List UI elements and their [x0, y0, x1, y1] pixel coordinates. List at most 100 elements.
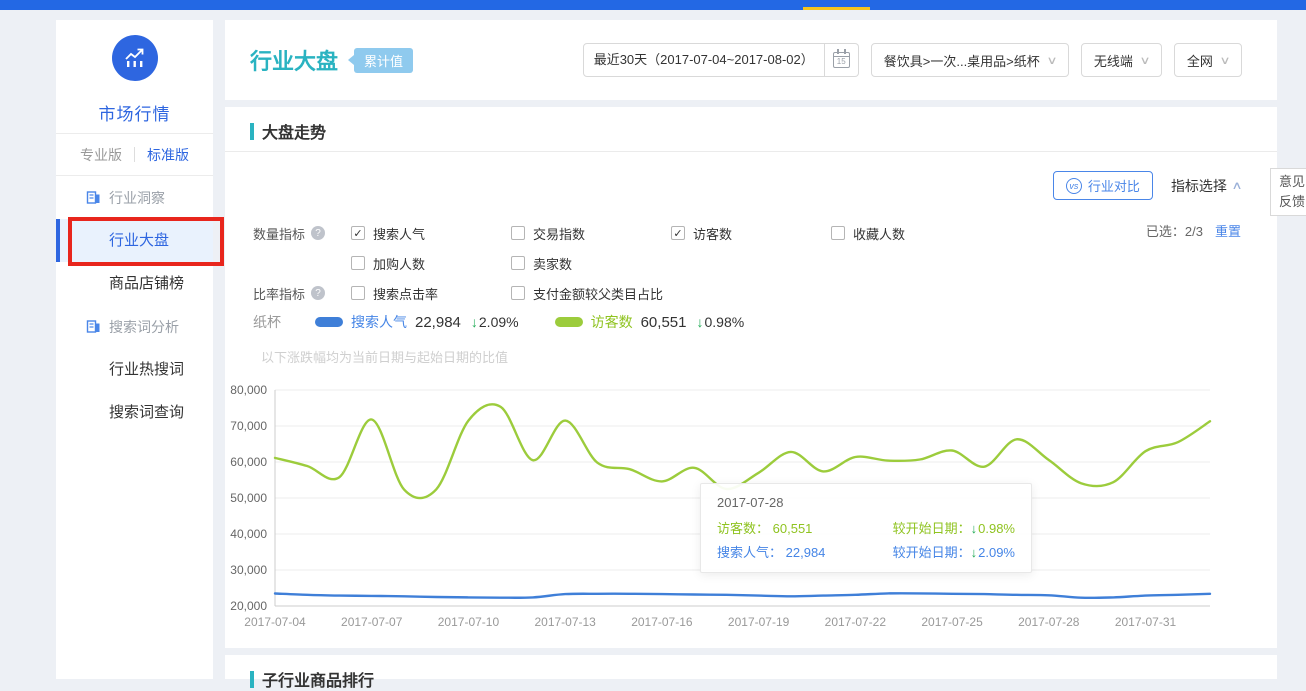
- feedback-tab[interactable]: 意见 反馈: [1270, 168, 1306, 216]
- sidebar-item-product-shop-rank[interactable]: 商品店铺榜: [56, 262, 213, 305]
- checkbox-checked-icon[interactable]: ✓: [671, 226, 685, 240]
- next-section: 子行业商品排行: [225, 655, 1277, 679]
- metric-checkbox[interactable]: 支付金额较父类目占比: [511, 278, 671, 308]
- category-icon: [86, 319, 101, 334]
- header-controls: 最近30天（2017-07-04~2017-08-02） 15 餐饮具>一次..…: [583, 43, 1242, 77]
- chevron-down-icon: ∨: [1139, 54, 1150, 67]
- metric-label: 交易指数: [533, 224, 585, 243]
- version-tabs: 专业版 标准版: [56, 133, 213, 176]
- y-axis-tick-label: 40,000: [230, 527, 267, 541]
- metric-label: 收藏人数: [853, 224, 905, 243]
- sidebar-group-industry-insight[interactable]: 行业洞察: [56, 176, 213, 219]
- industry-compare-button[interactable]: vs 行业对比: [1053, 171, 1153, 200]
- sidebar-item-industry-overview[interactable]: 行业大盘: [56, 219, 213, 262]
- metric-checkbox[interactable]: 加购人数: [351, 248, 511, 278]
- metric-checkbox[interactable]: ✓搜索人气: [351, 218, 511, 248]
- sidebar: 市场行情 专业版 标准版 行业洞察 行业大盘 商品店铺榜 搜索词分析: [56, 20, 213, 679]
- chevron-down-icon: ∨: [1046, 54, 1057, 67]
- feedback-label: 意见: [1279, 172, 1306, 192]
- checkbox-icon[interactable]: [511, 286, 525, 300]
- legend-swatch: [315, 317, 343, 327]
- legend-category: 纸杯: [253, 312, 281, 332]
- legend-series-name: 访客数: [591, 312, 633, 332]
- metric-checkbox[interactable]: 搜索点击率: [351, 278, 511, 308]
- x-axis-tick-label: 2017-07-07: [341, 615, 403, 629]
- down-arrow-icon: ↓: [971, 521, 978, 536]
- down-arrow-icon: ↓: [696, 314, 703, 330]
- down-arrow-icon: ↓: [471, 314, 478, 330]
- sidebar-group-label: 搜索词分析: [109, 317, 179, 337]
- compare-controls: vs 行业对比 指标选择 ∧: [1053, 171, 1241, 200]
- x-axis-tick-label: 2017-07-10: [438, 615, 500, 629]
- checkbox-checked-icon[interactable]: ✓: [351, 226, 365, 240]
- y-axis-tick-label: 50,000: [230, 491, 267, 505]
- legend-series-change: ↓2.09%: [471, 314, 519, 330]
- category-value: 餐饮具>一次...桌用品>纸杯: [884, 51, 1040, 70]
- question-icon[interactable]: ?: [311, 226, 325, 240]
- sidebar-nav: 行业洞察 行业大盘 商品店铺榜 搜索词分析 行业热搜词 搜索词查询: [56, 176, 213, 434]
- sidebar-item-search-word-query[interactable]: 搜索词查询: [56, 391, 213, 434]
- trend-section: 大盘走势 vs 行业对比 指标选择 ∧ 已选：2/3重置 数量指标?✓搜索人气交…: [225, 107, 1277, 648]
- metric-checkbox[interactable]: 收藏人数: [831, 218, 991, 248]
- checkbox-icon[interactable]: [351, 286, 365, 300]
- top-nav-bar: [0, 0, 1306, 10]
- tooltip-date: 2017-07-28: [717, 495, 1015, 510]
- metric-label: 卖家数: [533, 254, 572, 273]
- cumulative-badge: 累计值: [354, 48, 413, 73]
- metric-checkbox[interactable]: 卖家数: [511, 248, 671, 278]
- metric-group-label: 比率指标?: [253, 278, 351, 308]
- calendar-button[interactable]: 15: [825, 43, 859, 77]
- tab-divider: [134, 147, 135, 162]
- checkbox-icon[interactable]: [831, 226, 845, 240]
- metric-group-label: 数量指标?: [253, 218, 351, 248]
- selected-count: 已选：2/3: [1146, 224, 1203, 239]
- metric-checkbox[interactable]: 交易指数: [511, 218, 671, 248]
- checkbox-icon[interactable]: [511, 226, 525, 240]
- tooltip-row-search-popularity: 搜索人气： 22,984 较开始日期：↓2.09%: [717, 541, 1015, 565]
- legend-series-value: 22,984: [415, 314, 461, 331]
- divider: [225, 151, 1277, 152]
- active-tab-indicator: [803, 7, 870, 10]
- metric-label: 搜索点击率: [373, 284, 438, 303]
- tab-standard[interactable]: 标准版: [147, 145, 189, 165]
- metric-checkbox[interactable]: ✓访客数: [671, 218, 831, 248]
- legend-item-visitors[interactable]: 访客数 60,551 ↓0.98%: [555, 312, 745, 332]
- chevron-up-icon: ∧: [1231, 179, 1242, 192]
- chevron-down-icon: ∨: [1219, 54, 1230, 67]
- x-axis-tick-label: 2017-07-28: [1018, 615, 1080, 629]
- sidebar-item-hot-search-words[interactable]: 行业热搜词: [56, 348, 213, 391]
- category-dropdown[interactable]: 餐饮具>一次...桌用品>纸杯 ∨: [871, 43, 1069, 77]
- legend-item-search-popularity[interactable]: 搜索人气 22,984 ↓2.09%: [315, 312, 519, 332]
- tab-professional[interactable]: 专业版: [80, 145, 122, 165]
- vs-icon: vs: [1066, 178, 1082, 194]
- x-axis-tick-label: 2017-07-16: [631, 615, 693, 629]
- x-axis-tick-label: 2017-07-31: [1115, 615, 1177, 629]
- terminal-dropdown[interactable]: 无线端 ∨: [1081, 43, 1162, 77]
- question-icon[interactable]: ?: [311, 286, 325, 300]
- trend-logo-icon: [112, 35, 158, 81]
- x-axis-tick-label: 2017-07-04: [244, 615, 306, 629]
- x-axis-tick-label: 2017-07-25: [921, 615, 983, 629]
- page: { "topbar": { "color": "#2368e4", "accen…: [0, 0, 1306, 679]
- x-axis-tick-label: 2017-07-22: [825, 615, 887, 629]
- metric-select-label: 指标选择: [1171, 176, 1227, 196]
- scope-value: 全网: [1187, 51, 1213, 70]
- reset-button[interactable]: 重置: [1215, 224, 1241, 239]
- y-axis-tick-label: 80,000: [230, 383, 267, 397]
- app-title: 市场行情: [56, 100, 213, 125]
- checkbox-icon[interactable]: [351, 256, 365, 270]
- date-range-picker[interactable]: 最近30天（2017-07-04~2017-08-02）: [583, 43, 825, 77]
- y-axis-tick-label: 20,000: [230, 599, 267, 613]
- x-axis-tick-label: 2017-07-19: [728, 615, 790, 629]
- checkbox-icon[interactable]: [511, 256, 525, 270]
- y-axis-tick-label: 60,000: [230, 455, 267, 469]
- y-axis-tick-label: 30,000: [230, 563, 267, 577]
- scope-dropdown[interactable]: 全网 ∨: [1174, 43, 1242, 77]
- legend-series-name: 搜索人气: [351, 312, 407, 332]
- page-header: 行业大盘 累计值 最近30天（2017-07-04~2017-08-02） 15…: [225, 20, 1277, 100]
- chart-note: 以下涨跌幅均为当前日期与起始日期的比值: [261, 347, 508, 366]
- terminal-value: 无线端: [1094, 51, 1133, 70]
- sidebar-group-search-analysis[interactable]: 搜索词分析: [56, 305, 213, 348]
- section-tick-bar: [250, 123, 254, 140]
- metric-select-toggle[interactable]: 指标选择 ∧: [1171, 176, 1241, 196]
